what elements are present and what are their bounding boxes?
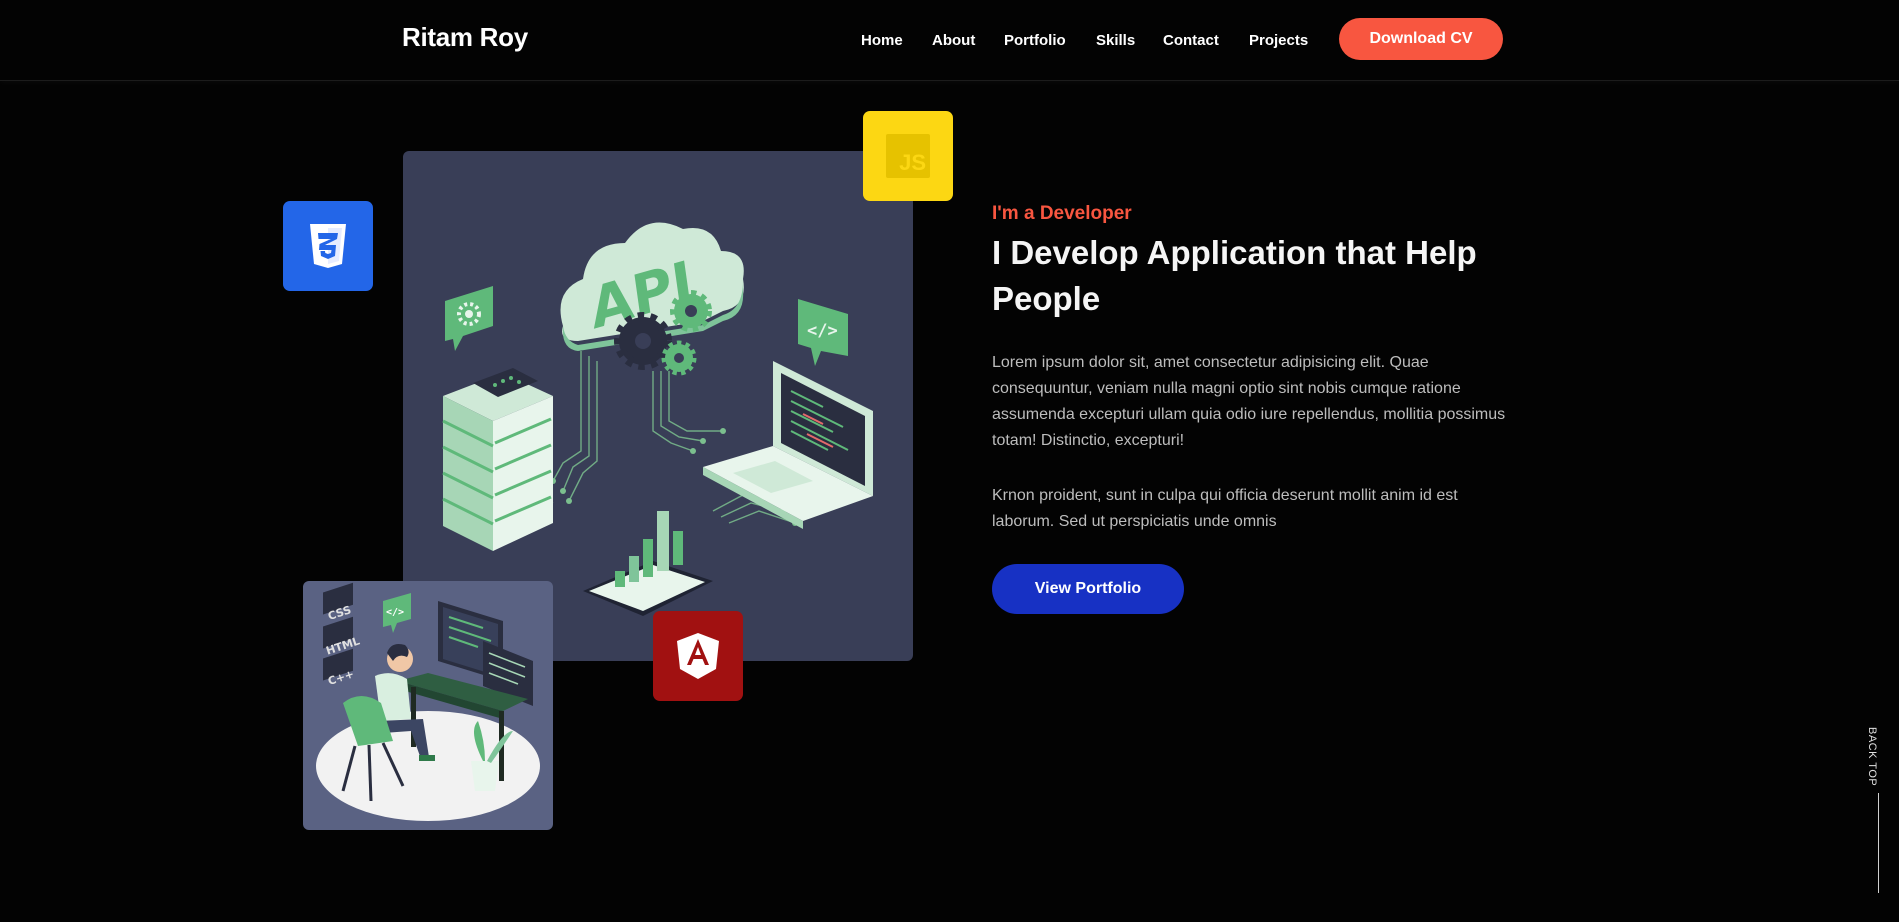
- nav-home[interactable]: Home: [861, 32, 903, 49]
- back-to-top-label[interactable]: BACK TOP: [1866, 727, 1878, 786]
- angular-icon: [653, 611, 743, 701]
- javascript-badge: JS: [886, 134, 930, 178]
- page: Ritam Roy Home About Portfolio Skills Co…: [0, 0, 1899, 922]
- laptop-icon: [703, 361, 873, 529]
- svg-text:</>: </>: [807, 321, 838, 341]
- nav-about[interactable]: About: [932, 32, 975, 49]
- developer-illustration: CSS HTML C++ </>: [303, 581, 553, 830]
- view-portfolio-button[interactable]: View Portfolio: [992, 564, 1184, 614]
- developer-illustration-art: CSS HTML C++ </>: [316, 582, 540, 821]
- settings-bubble-icon: [445, 286, 493, 351]
- css3-icon: [283, 201, 373, 291]
- back-to-top[interactable]: BACK TOP: [1866, 727, 1892, 897]
- nav-skills[interactable]: Skills: [1096, 32, 1135, 49]
- hero-paragraph-1: Lorem ipsum dolor sit, amet consectetur …: [992, 354, 1506, 449]
- code-bubble-icon: </>: [798, 299, 848, 366]
- javascript-icon: JS: [863, 111, 953, 201]
- site-header: Ritam Roy Home About Portfolio Skills Co…: [0, 0, 1899, 81]
- hero-paragraph-2: Krnon proident, sunt in culpa qui offici…: [992, 487, 1458, 530]
- download-cv-button[interactable]: Download CV: [1339, 18, 1503, 60]
- nav-portfolio[interactable]: Portfolio: [1004, 32, 1066, 49]
- server-rack-icon: [442, 368, 553, 551]
- hero-headline: I Develop Application that Help People: [992, 234, 1477, 317]
- nav-contact[interactable]: Contact: [1163, 32, 1219, 49]
- javascript-label: JS: [899, 150, 926, 175]
- mobile-chart-icon: [583, 511, 713, 616]
- back-to-top-line: [1878, 793, 1879, 893]
- nav-projects[interactable]: Projects: [1249, 32, 1308, 49]
- skill-tags: CSS HTML C++: [323, 582, 361, 688]
- hero-eyebrow: I'm a Developer: [992, 203, 1132, 224]
- brand-logo[interactable]: Ritam Roy: [402, 22, 528, 53]
- svg-text:</>: </>: [386, 607, 404, 618]
